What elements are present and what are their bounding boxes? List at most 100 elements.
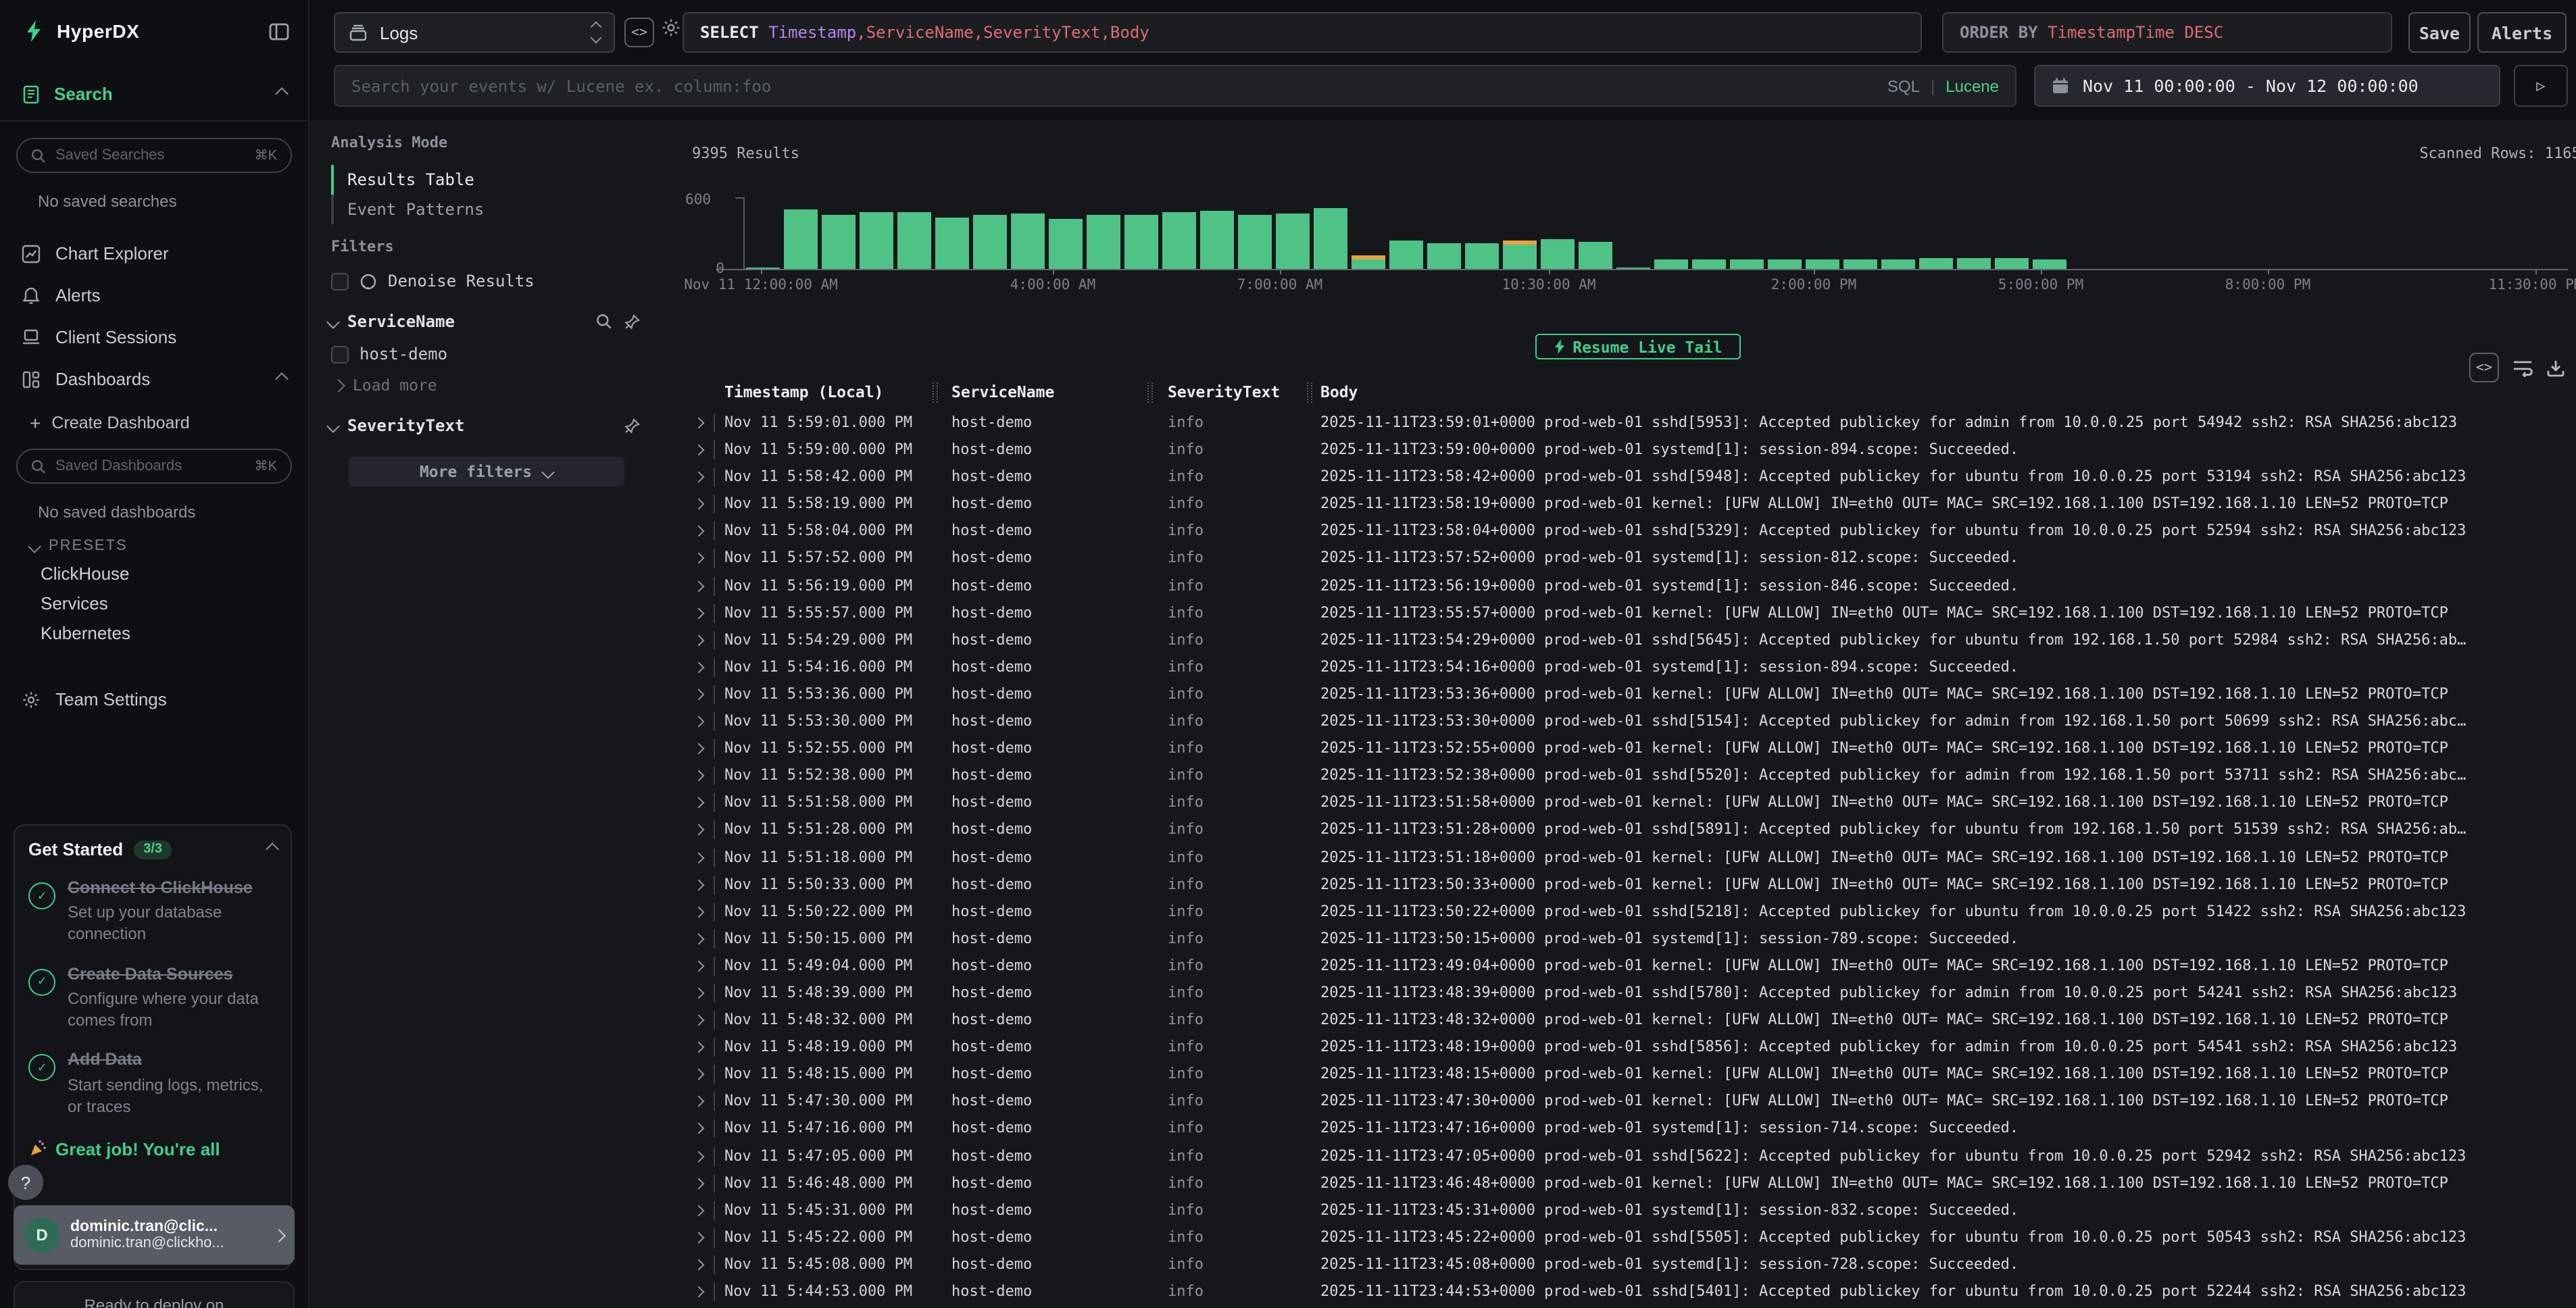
help-button[interactable]: ? [8, 1165, 43, 1200]
expand-row-chevron-icon[interactable] [695, 1174, 703, 1191]
resume-live-tail-button[interactable]: Resume Live Tail [1535, 334, 1741, 359]
expand-row-chevron-icon[interactable] [695, 1228, 703, 1246]
facet-search-icon[interactable] [596, 313, 612, 330]
expand-row-chevron-icon[interactable] [695, 685, 703, 703]
pin-icon[interactable] [624, 313, 641, 330]
log-row[interactable]: Nov 11 5:54:16.000 PM host-demo info 202… [662, 654, 2576, 681]
expand-row-chevron-icon[interactable] [695, 413, 703, 431]
log-row[interactable]: Nov 11 5:47:30.000 PM host-demo info 202… [662, 1088, 2576, 1115]
expand-row-chevron-icon[interactable] [695, 1065, 703, 1083]
expand-row-chevron-icon[interactable] [695, 441, 703, 458]
expand-row-chevron-icon[interactable] [695, 1255, 703, 1273]
sidebar-item-alerts[interactable]: Alerts [0, 274, 308, 316]
facet-servicename[interactable]: ServiceName [328, 312, 641, 331]
sql-toggle[interactable]: SQL [1887, 76, 1920, 95]
checkbox[interactable] [331, 272, 349, 290]
log-row[interactable]: Nov 11 5:45:22.000 PM host-demo info 202… [662, 1224, 2576, 1251]
download-icon[interactable] [2546, 359, 2565, 376]
log-row[interactable]: Nov 11 5:45:31.000 PM host-demo info 202… [662, 1197, 2576, 1224]
preset-dashboard-link[interactable]: Services [41, 593, 308, 613]
log-row[interactable]: Nov 11 5:48:19.000 PM host-demo info 202… [662, 1034, 2576, 1061]
col-header-servicename[interactable]: ServiceName [951, 382, 1054, 401]
expand-row-chevron-icon[interactable] [695, 658, 703, 676]
preset-dashboard-link[interactable]: ClickHouse [41, 563, 308, 584]
expand-row-chevron-icon[interactable] [695, 495, 703, 513]
saved-searches-input[interactable]: Saved Searches ⌘K [16, 138, 292, 173]
log-row[interactable]: Nov 11 5:47:16.000 PM host-demo info 202… [662, 1115, 2576, 1142]
expand-row-chevron-icon[interactable] [695, 848, 703, 865]
expand-row-chevron-icon[interactable] [695, 1092, 703, 1110]
log-row[interactable]: Nov 11 5:58:42.000 PM host-demo info 202… [662, 463, 2576, 490]
chevron-up-icon[interactable] [266, 842, 279, 856]
log-row[interactable]: Nov 11 5:50:33.000 PM host-demo info 202… [662, 871, 2576, 898]
log-row[interactable]: Nov 11 5:52:38.000 PM host-demo info 202… [662, 762, 2576, 789]
column-resize-handle[interactable] [933, 382, 938, 403]
log-row[interactable]: Nov 11 5:44:53.000 PM host-demo info 202… [662, 1278, 2576, 1305]
select-clause-input[interactable]: SELECT Timestamp,ServiceName,SeverityTex… [683, 12, 1922, 53]
log-row[interactable]: Nov 11 5:50:15.000 PM host-demo info 202… [662, 926, 2576, 953]
get-started-step[interactable]: ✓ Add Data Start sending logs, metrics, … [28, 1049, 277, 1117]
log-row[interactable]: Nov 11 5:57:52.000 PM host-demo info 202… [662, 545, 2576, 572]
log-row[interactable]: Nov 11 5:47:05.000 PM host-demo info 202… [662, 1142, 2576, 1169]
code-view-icon[interactable]: <> [624, 18, 654, 47]
log-row[interactable]: Nov 11 5:48:39.000 PM host-demo info 202… [662, 980, 2576, 1007]
expand-row-chevron-icon[interactable] [695, 821, 703, 838]
expand-row-chevron-icon[interactable] [695, 957, 703, 974]
column-resize-handle[interactable] [1307, 382, 1312, 403]
expand-row-chevron-icon[interactable] [695, 902, 703, 920]
log-row[interactable]: Nov 11 5:49:04.000 PM host-demo info 202… [662, 953, 2576, 980]
expand-row-chevron-icon[interactable] [695, 984, 703, 1001]
sidebar-item-chart-explorer[interactable]: Chart Explorer [0, 232, 308, 274]
log-row[interactable]: Nov 11 5:53:30.000 PM host-demo info 202… [662, 708, 2576, 735]
expand-row-chevron-icon[interactable] [695, 1201, 703, 1218]
expand-row-chevron-icon[interactable] [695, 631, 703, 649]
log-row[interactable]: Nov 11 5:46:48.000 PM host-demo info 202… [662, 1169, 2576, 1197]
log-row[interactable]: Nov 11 5:51:28.000 PM host-demo info 202… [662, 817, 2576, 844]
date-range-picker[interactable]: Nov 11 00:00:00 - Nov 12 00:00:00 [2034, 65, 2500, 107]
mode-event-patterns[interactable]: Event Patterns [331, 195, 662, 224]
collapse-sidebar-icon[interactable] [269, 22, 289, 40]
log-row[interactable]: Nov 11 5:48:15.000 PM host-demo info 202… [662, 1061, 2576, 1088]
log-row[interactable]: Nov 11 5:56:19.000 PM host-demo info 202… [662, 572, 2576, 599]
log-row[interactable]: Nov 11 5:51:18.000 PM host-demo info 202… [662, 844, 2576, 871]
log-row[interactable]: Nov 11 5:59:01.000 PM host-demo info 202… [662, 409, 2576, 436]
log-row[interactable]: Nov 11 5:51:58.000 PM host-demo info 202… [662, 790, 2576, 817]
column-config-icon[interactable]: <> [2469, 353, 2499, 382]
expand-row-chevron-icon[interactable] [695, 1038, 703, 1055]
sidebar-item-search[interactable]: Search [0, 84, 308, 104]
log-row[interactable]: Nov 11 5:55:57.000 PM host-demo info 202… [662, 599, 2576, 626]
source-select[interactable]: Logs [334, 12, 615, 53]
event-search-input[interactable]: Search your events w/ Lucene ex. column:… [334, 65, 2016, 107]
log-row[interactable]: Nov 11 5:52:55.000 PM host-demo info 202… [662, 735, 2576, 762]
log-row[interactable]: Nov 11 5:54:29.000 PM host-demo info 202… [662, 627, 2576, 654]
sidebar-item-dashboards[interactable]: Dashboards [0, 358, 308, 400]
log-row[interactable]: Nov 11 5:44:37.000 PM host-demo info 202… [662, 1305, 2576, 1308]
run-query-button[interactable]: ▷ [2514, 65, 2568, 107]
log-row[interactable]: Nov 11 5:58:19.000 PM host-demo info 202… [662, 491, 2576, 518]
save-button[interactable]: Save [2408, 12, 2471, 53]
checkbox[interactable] [331, 345, 349, 363]
lucene-toggle[interactable]: Lucene [1946, 76, 1999, 95]
expand-row-chevron-icon[interactable] [695, 603, 703, 621]
log-row[interactable]: Nov 11 5:48:32.000 PM host-demo info 202… [662, 1007, 2576, 1034]
get-started-step[interactable]: ✓ Create Data Sources Configure where yo… [28, 963, 277, 1031]
log-row[interactable]: Nov 11 5:58:04.000 PM host-demo info 202… [662, 518, 2576, 545]
preset-dashboard-link[interactable]: Kubernetes [41, 623, 308, 643]
expand-row-chevron-icon[interactable] [695, 1011, 703, 1028]
expand-row-chevron-icon[interactable] [695, 875, 703, 892]
query-settings-gear-icon[interactable] [661, 18, 681, 38]
sidebar-item-team-settings[interactable]: Team Settings [0, 678, 308, 720]
log-row[interactable]: Nov 11 5:50:22.000 PM host-demo info 202… [662, 898, 2576, 925]
expand-row-chevron-icon[interactable] [695, 766, 703, 784]
alerts-button[interactable]: Alerts [2477, 12, 2567, 53]
column-resize-handle[interactable] [1147, 382, 1153, 403]
expand-row-chevron-icon[interactable] [695, 1282, 703, 1300]
col-header-severitytext[interactable]: SeverityText [1168, 382, 1280, 401]
create-dashboard-button[interactable]: + Create Dashboard [0, 400, 308, 432]
expand-row-chevron-icon[interactable] [695, 794, 703, 811]
expand-row-chevron-icon[interactable] [695, 1120, 703, 1137]
facet-severitytext[interactable]: SeverityText [328, 416, 641, 435]
sidebar-item-client-sessions[interactable]: Client Sessions [0, 316, 308, 358]
log-row[interactable]: Nov 11 5:45:08.000 PM host-demo info 202… [662, 1251, 2576, 1278]
col-header-body[interactable]: Body [1320, 382, 1358, 401]
